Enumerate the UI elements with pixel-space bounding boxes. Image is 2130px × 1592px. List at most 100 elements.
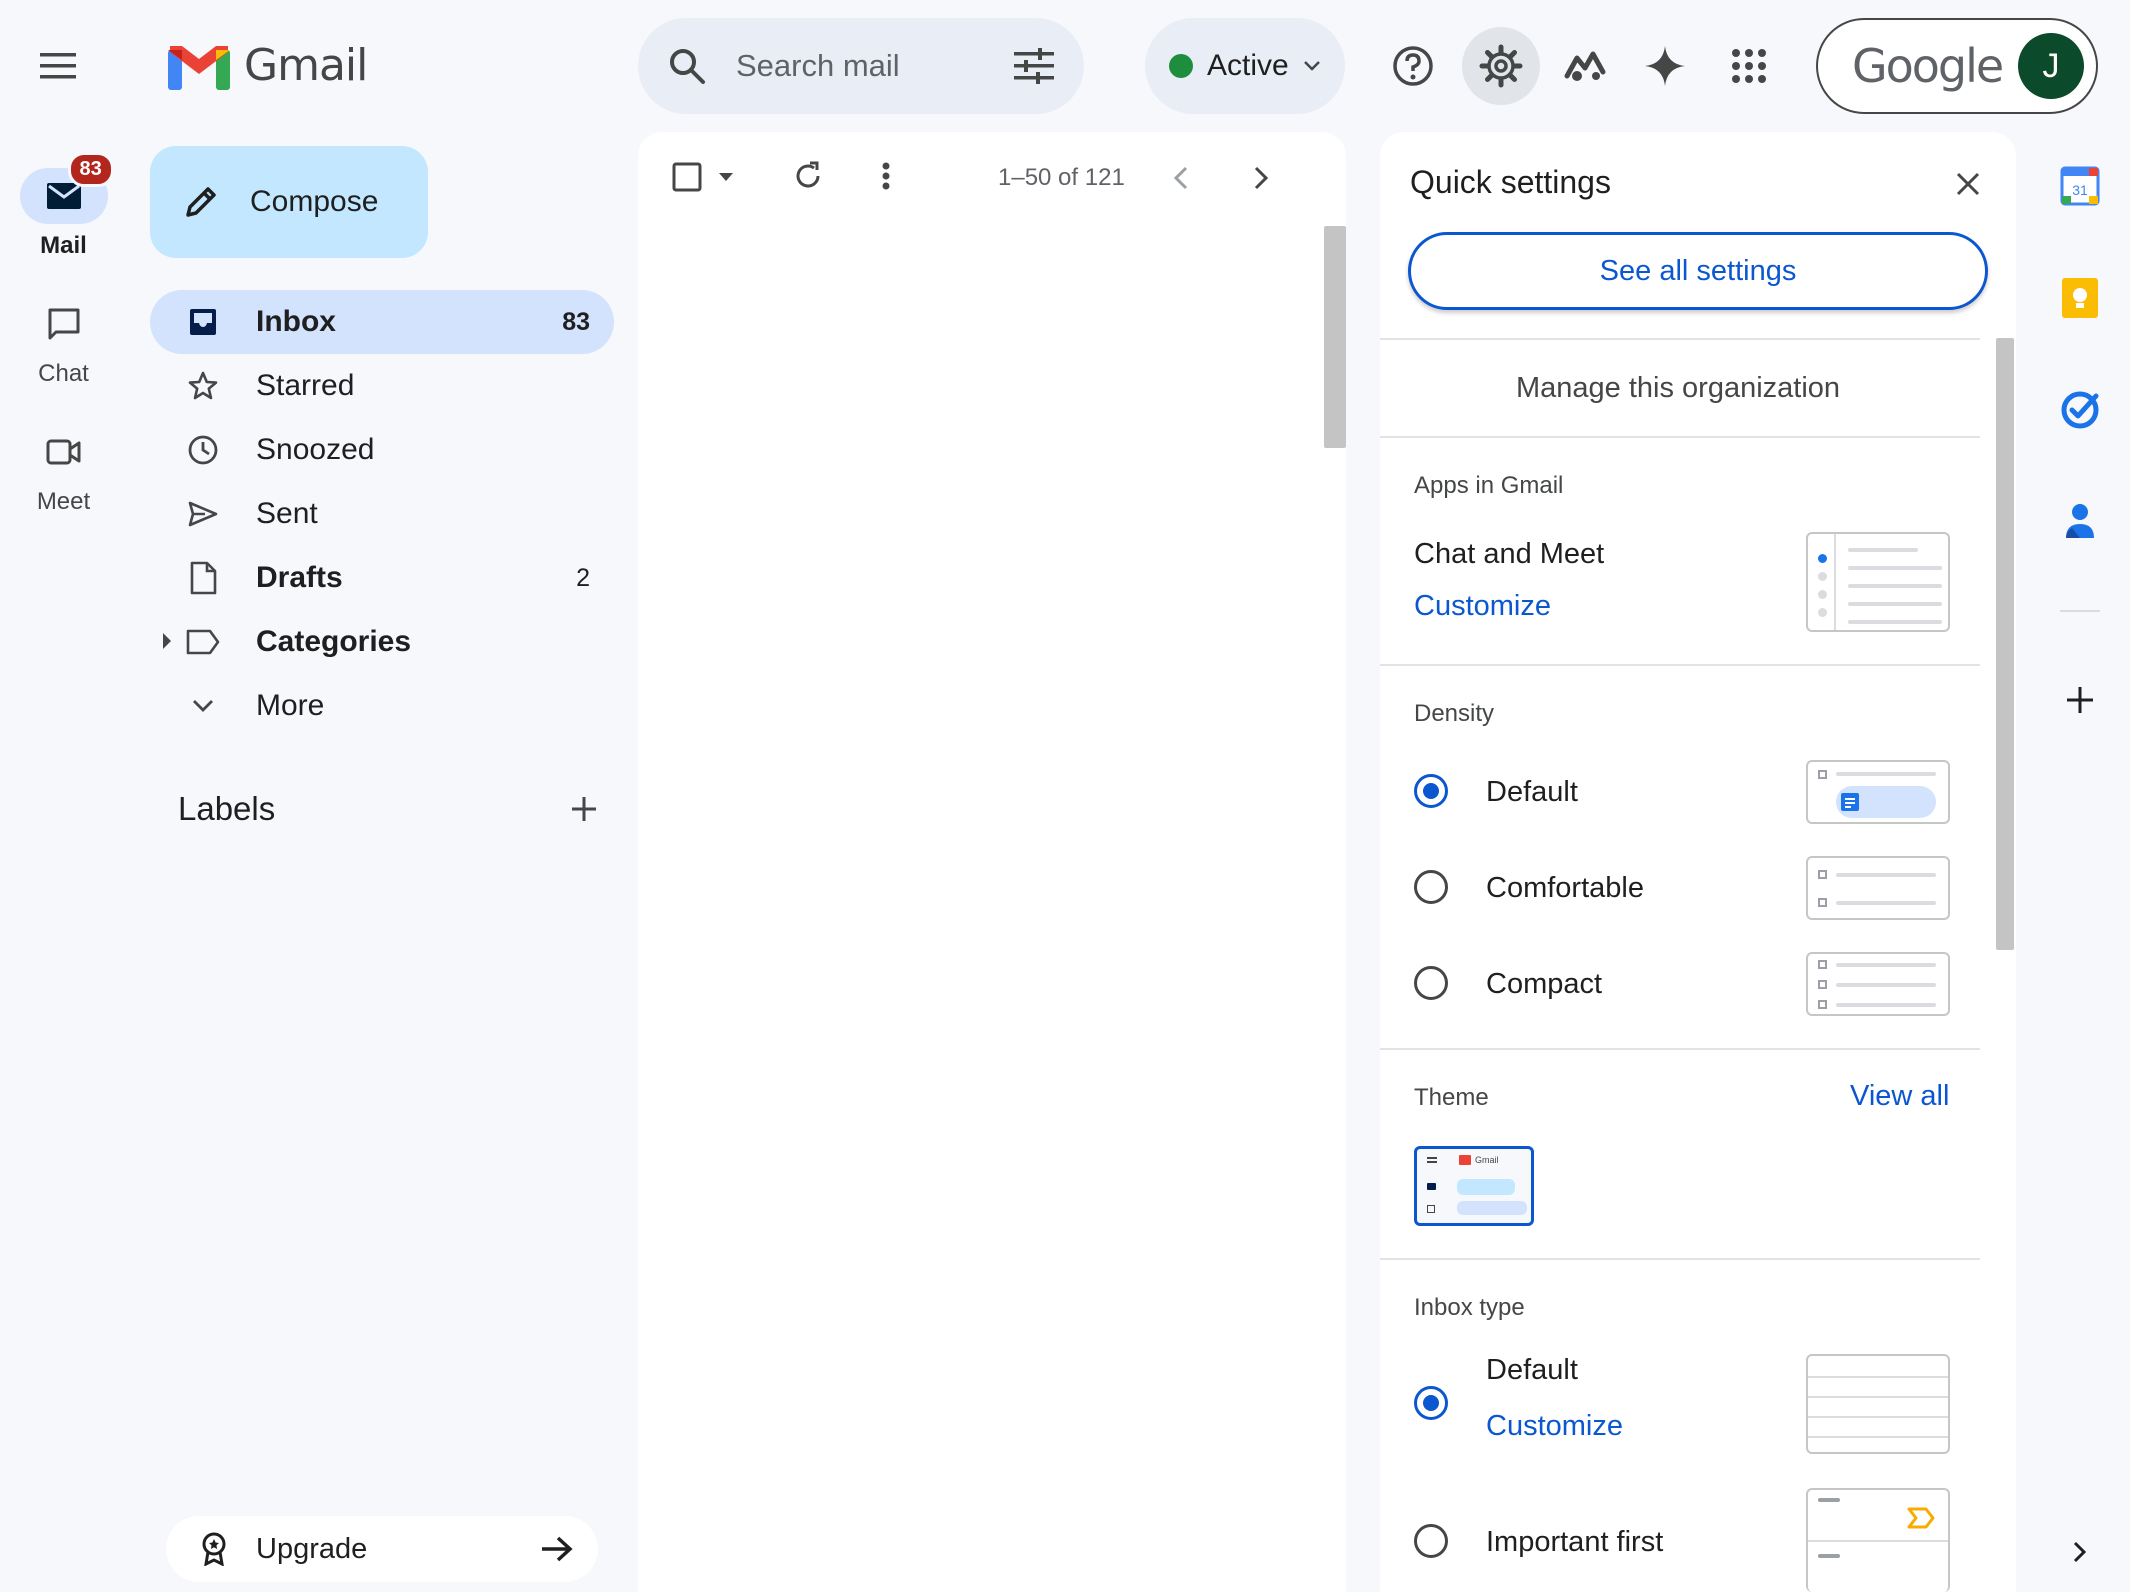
help-icon[interactable] [1374, 27, 1452, 105]
gmail-logo[interactable]: Gmail [168, 40, 368, 91]
density-comfortable-radio[interactable] [1414, 870, 1448, 904]
avatar[interactable]: J [2018, 33, 2084, 99]
divider [1380, 338, 1980, 340]
inbox-type-heading: Inbox type [1414, 1294, 1525, 1321]
status-selector[interactable]: Active [1145, 18, 1345, 114]
inbox-default-thumbnail [1806, 1354, 1950, 1454]
apps-preview-thumbnail [1806, 532, 1950, 632]
apps-customize-link[interactable]: Customize [1414, 590, 1551, 623]
chevron-down-icon [1303, 61, 1320, 71]
search-input[interactable] [736, 48, 926, 84]
clock-icon [188, 435, 218, 465]
google-apps-grid-icon[interactable] [1710, 27, 1788, 105]
nav-item-drafts[interactable]: Drafts 2 [150, 546, 614, 610]
side-panel: 31 [2030, 132, 2130, 1592]
select-dropdown-icon[interactable] [718, 172, 734, 182]
compose-button[interactable]: Compose [150, 146, 428, 258]
next-page-icon[interactable] [1254, 166, 1268, 190]
prev-page-icon[interactable] [1174, 166, 1188, 190]
rail-chat-label: Chat [38, 360, 89, 387]
divider [1380, 1048, 1980, 1050]
divider [1380, 664, 1980, 666]
rail-meet-label: Meet [36, 488, 91, 515]
density-default-label: Default [1486, 776, 1578, 808]
nav-item-starred[interactable]: Starred [150, 354, 614, 418]
rail-item-meet[interactable]: Meet [0, 424, 127, 516]
award-badge-icon [202, 1532, 226, 1566]
refresh-icon[interactable] [792, 160, 824, 192]
mail-icon [46, 183, 81, 209]
video-camera-icon [46, 439, 80, 465]
nav-item-snoozed[interactable]: Snoozed [150, 418, 614, 482]
manage-organization-link[interactable]: Manage this organization [1516, 372, 1840, 405]
labels-heading: Labels [178, 790, 276, 827]
contacts-icon[interactable] [2052, 494, 2108, 550]
nav-item-sent[interactable]: Sent [150, 482, 614, 546]
main-menu-icon[interactable] [30, 38, 86, 94]
inbox-default-radio[interactable] [1414, 1386, 1448, 1420]
close-icon[interactable] [1946, 162, 1990, 206]
inbox-important-first-label: Important first [1486, 1526, 1664, 1558]
compose-label: Compose [250, 185, 379, 218]
settings-gear-icon[interactable] [1462, 27, 1540, 105]
select-all-checkbox[interactable] [672, 162, 702, 192]
nav-label-sent: Sent [256, 497, 318, 530]
density-compact-label: Compact [1486, 968, 1603, 1000]
calendar-icon[interactable]: 31 [2052, 158, 2108, 214]
caret-right-icon[interactable] [162, 632, 172, 650]
gemini-sparkle-icon[interactable] [1626, 27, 1704, 105]
expand-side-panel-icon[interactable] [2052, 1524, 2108, 1580]
tasks-icon[interactable] [2052, 382, 2108, 438]
rail-item-mail[interactable]: 83 Mail [0, 152, 127, 260]
drafts-count: 2 [576, 563, 590, 592]
more-vertical-icon[interactable] [882, 162, 890, 190]
mail-list-scrollbar[interactable] [1324, 226, 1346, 448]
density-default-thumbnail [1806, 760, 1950, 824]
density-default-radio[interactable] [1414, 774, 1448, 808]
labels-header: Labels [178, 790, 598, 828]
gmail-m-icon [168, 45, 230, 90]
account-switcher[interactable]: Google J [1816, 18, 2098, 114]
rail-chat-pill [20, 296, 108, 352]
inbox-important-thumbnail [1806, 1488, 1950, 1592]
nav-item-inbox[interactable]: Inbox 83 [150, 290, 614, 354]
nav-item-categories[interactable]: Categories [150, 610, 614, 674]
theme-default-thumbnail[interactable]: Gmail [1414, 1146, 1534, 1226]
upgrade-button[interactable]: Upgrade [166, 1516, 598, 1582]
quick-settings-title: Quick settings [1410, 164, 1611, 200]
send-icon [188, 501, 218, 527]
apps-integration-icon[interactable] [1546, 27, 1624, 105]
search-bar [638, 18, 1084, 114]
inbox-important-first-radio[interactable] [1414, 1524, 1448, 1558]
see-all-settings-button[interactable]: See all settings [1408, 232, 1988, 310]
upgrade-label: Upgrade [256, 1532, 368, 1565]
quick-settings-scrollbar[interactable] [1996, 338, 2014, 950]
mail-list-panel: 1–50 of 121 [638, 132, 1346, 1592]
folder-nav: Inbox 83 Starred Snoozed Sent Drafts 2 C… [150, 290, 614, 738]
theme-view-all-link[interactable]: View all [1850, 1080, 1949, 1113]
left-rail: 83 Mail Chat Meet [0, 0, 127, 1592]
chat-icon [48, 308, 79, 340]
search-options-icon[interactable] [1014, 48, 1054, 84]
search-icon[interactable] [668, 47, 706, 85]
density-compact-radio[interactable] [1414, 966, 1448, 1000]
chevron-down-icon [193, 700, 213, 712]
star-icon [188, 371, 218, 400]
arrow-right-icon [542, 1536, 573, 1562]
apps-heading: Apps in Gmail [1414, 472, 1564, 499]
nav-item-more[interactable]: More [150, 674, 614, 738]
add-app-icon[interactable] [2052, 672, 2108, 728]
nav-label-more: More [256, 689, 325, 722]
nav-label-categories: Categories [256, 625, 412, 658]
inbox-count: 83 [562, 307, 590, 336]
keep-notes-icon[interactable] [2052, 270, 2108, 326]
google-wordmark: Google [1852, 39, 2004, 93]
inbox-customize-link[interactable]: Customize [1486, 1410, 1623, 1443]
status-label: Active [1207, 49, 1289, 82]
add-label-icon[interactable] [570, 795, 598, 823]
divider [1380, 436, 1980, 438]
gmail-logo-text: Gmail [244, 40, 368, 91]
density-heading: Density [1414, 700, 1495, 727]
rail-item-chat[interactable]: Chat [0, 296, 127, 388]
inbox-default-label: Default [1486, 1354, 1578, 1386]
